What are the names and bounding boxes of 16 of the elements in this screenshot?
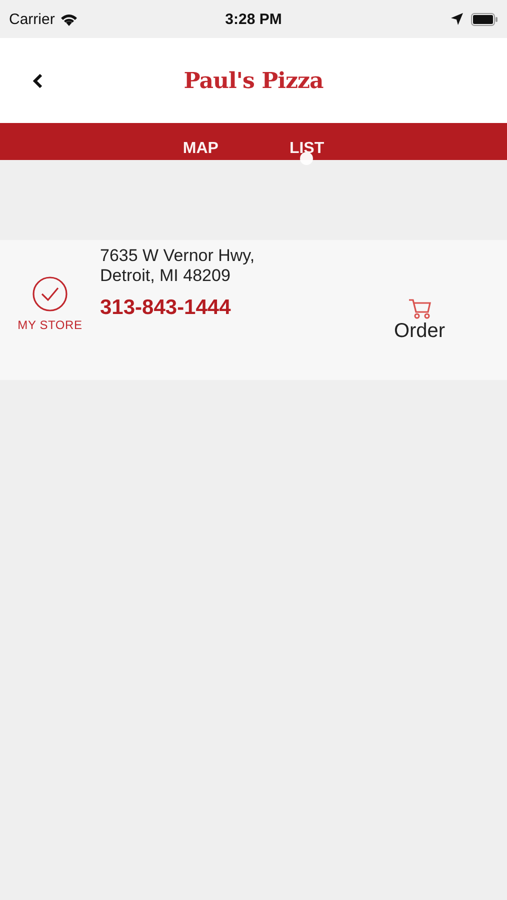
order-button[interactable]: Order [372, 298, 467, 343]
tab[interactable]: LIST [281, 123, 332, 165]
brand-logo: Paul's Pizza [184, 68, 324, 94]
store-address: 7635 W Vernor Hwy, Detroit, MI 48209 [100, 246, 256, 286]
checkmark-circle-icon[interactable] [32, 276, 68, 312]
carrier-name: Carrier [9, 10, 55, 28]
clock-time: 3:28 PM [224, 10, 283, 28]
selected-tab-indicator [300, 152, 314, 165]
cart-icon [408, 298, 432, 320]
tab[interactable]: MAP [174, 123, 226, 165]
my-store-label: MY STORE [18, 318, 82, 332]
battery-icon [471, 12, 498, 26]
back-chevron-icon [33, 74, 43, 88]
wifi-icon [60, 12, 78, 26]
location-arrow-icon [451, 13, 463, 25]
phone-link[interactable]: 313-843-1444 [100, 296, 231, 320]
